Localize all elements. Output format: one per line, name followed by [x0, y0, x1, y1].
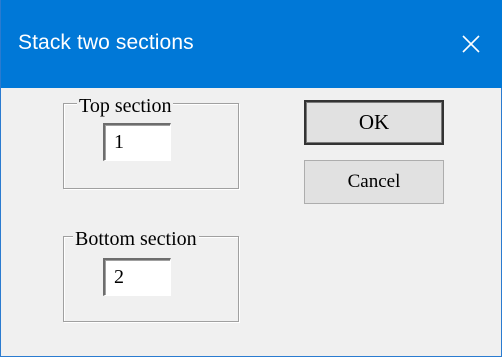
- dialog-window: Stack two sections Top section Bottom se…: [0, 0, 502, 357]
- bottom-section-input[interactable]: [103, 258, 171, 296]
- title-bar[interactable]: Stack two sections: [1, 0, 502, 88]
- ok-button[interactable]: OK: [304, 100, 444, 145]
- top-section-input[interactable]: [103, 123, 171, 161]
- dialog-client-area: Top section Bottom section OK Cancel: [1, 88, 501, 356]
- bottom-section-legend: Bottom section: [73, 228, 199, 250]
- close-button[interactable]: [445, 20, 497, 68]
- close-icon: [461, 34, 481, 54]
- top-section-legend: Top section: [77, 95, 174, 117]
- cancel-button[interactable]: Cancel: [304, 160, 444, 204]
- window-title: Stack two sections: [18, 31, 194, 54]
